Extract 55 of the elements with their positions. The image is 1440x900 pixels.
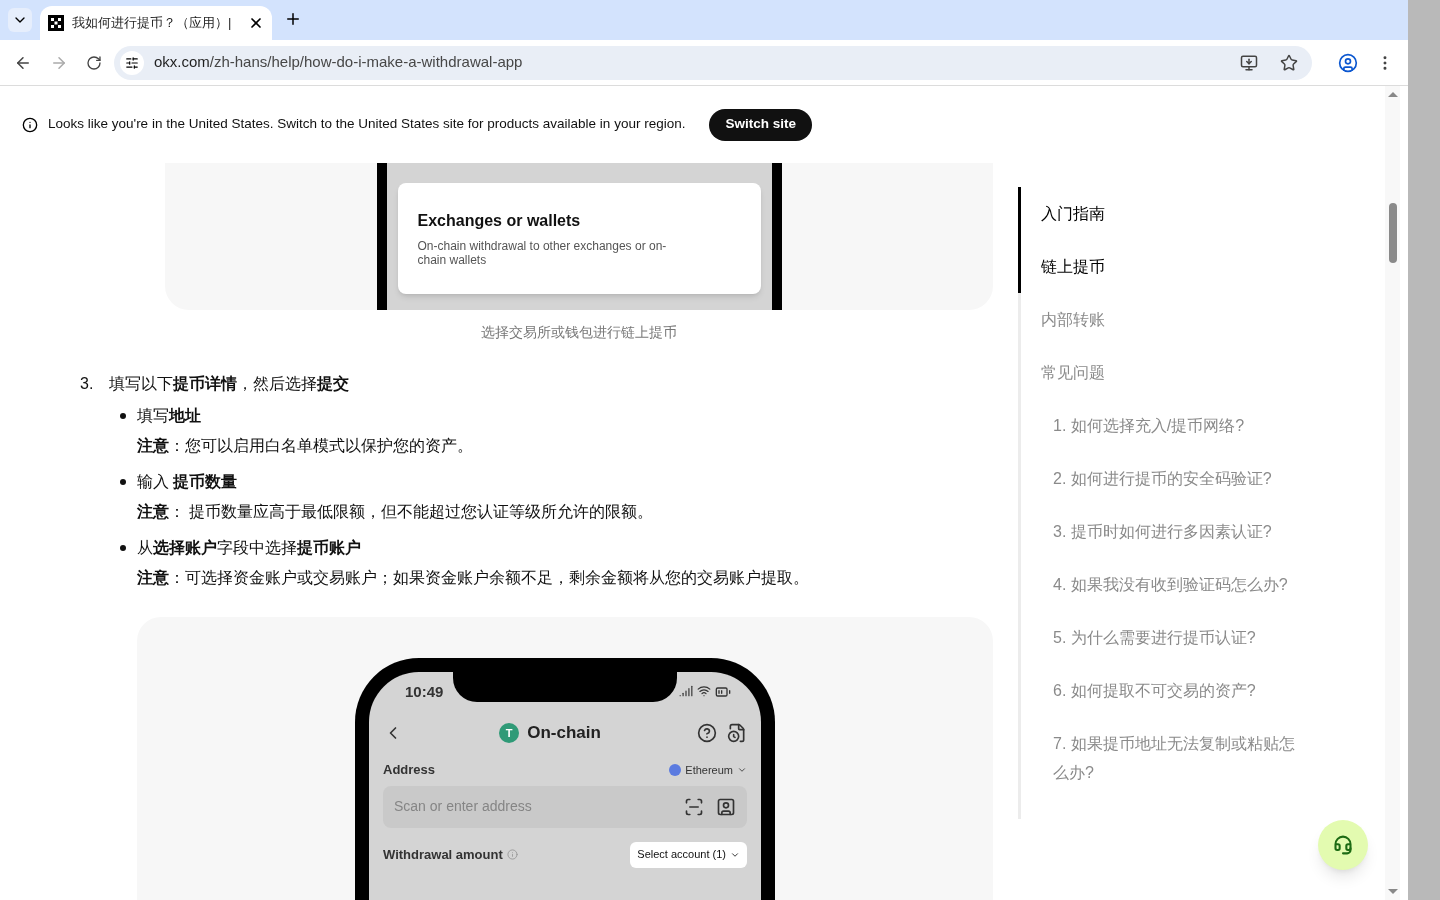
card-description: On-chain withdrawal to other exchanges or on-chain wallets: [417, 239, 668, 267]
help-icon[interactable]: [697, 723, 717, 743]
profile-icon[interactable]: [1338, 52, 1358, 73]
step-number: 3.: [80, 374, 95, 394]
status-icons: [679, 684, 731, 700]
info-icon: [506, 849, 518, 860]
toc-link[interactable]: 7. 如果提币地址无法复制或粘贴怎么办?: [1018, 717, 1308, 799]
site-settings-button[interactable]: [119, 50, 144, 75]
toc-link[interactable]: 3. 提币时如何进行多因素认证?: [1018, 505, 1308, 558]
toc-link[interactable]: 链上提币: [1018, 240, 1308, 293]
bullet-text: 输入 提币数量: [137, 472, 239, 492]
bullet-text: 从选择账户字段中选择提币账户: [137, 538, 362, 558]
step-text: 填写以下提币详情，然后选择提交: [109, 374, 349, 394]
bullet-note: 注意：可选择资金账户或交易账户；如果资金账户余额不足，剩余金额将从您的交易账户提取。: [137, 568, 809, 588]
scrollbar[interactable]: [1385, 86, 1400, 900]
toc-link[interactable]: 5. 为什么需要进行提币认证?: [1018, 611, 1308, 664]
bullet-note: 注意：您可以启用白名单模式以保护您的资产。: [137, 436, 473, 456]
toc-link[interactable]: 6. 如何提取不可交易的资产?: [1018, 664, 1308, 717]
toc-link[interactable]: 1. 如何选择充入/提币网络?: [1018, 399, 1308, 452]
close-icon[interactable]: [248, 15, 264, 31]
bullet-note: 注意： 提币数量应高于最低限额，但不能超过您认证等级所允许的限额。: [137, 502, 654, 522]
card-title: Exchanges or wallets: [417, 211, 582, 231]
info-icon: [22, 116, 38, 133]
field-label: Withdrawal amount: [383, 845, 503, 864]
status-time: 10:49: [405, 681, 444, 702]
address-field[interactable]: Scan or enter address: [383, 785, 747, 828]
field-label: Address: [383, 761, 436, 779]
toc-link[interactable]: 4. 如果我没有收到验证码怎么办?: [1018, 558, 1308, 611]
settings-icon: [124, 55, 139, 70]
install-icon[interactable]: [1240, 53, 1259, 72]
network-selector[interactable]: Ethereum: [669, 761, 747, 778]
browser-tab[interactable]: 我如何进行提币？（应用）|: [40, 6, 272, 40]
figure-caption: 选择交易所或钱包进行链上提币: [480, 323, 678, 342]
screen-title: On-chain: [527, 722, 601, 745]
address-bar[interactable]: okx.com/zh-hans/help/how-do-i-make-a-withdrawal-app: [113, 45, 1313, 80]
region-notice: Looks like you're in the United States. Switch to the United States site for products available in your region.: [48, 115, 686, 134]
address-book-icon[interactable]: [716, 796, 736, 817]
bullet-text: 填写地址: [137, 406, 202, 426]
toc-link[interactable]: 2. 如何进行提币的安全码验证?: [1018, 452, 1308, 505]
scan-icon[interactable]: [684, 796, 704, 817]
switch-site-button[interactable]: Switch site: [709, 108, 812, 141]
toc-link[interactable]: 入门指南: [1018, 187, 1308, 240]
toc-link[interactable]: 内部转账: [1018, 293, 1308, 346]
tab-list-button[interactable]: [8, 8, 32, 32]
tab-title: 我如何进行提币？（应用）|: [72, 14, 233, 33]
new-tab-icon[interactable]: [284, 10, 302, 28]
reload-icon[interactable]: [85, 54, 102, 71]
coin-badge: T: [499, 723, 520, 743]
toc-link[interactable]: 常见问题: [1018, 346, 1308, 399]
bookmark-star-icon[interactable]: [1280, 53, 1299, 72]
favicon-icon: [48, 15, 64, 31]
select-account-button[interactable]: Select account (1): [630, 841, 747, 868]
history-icon[interactable]: [727, 723, 747, 743]
url-text: okx.com/zh-hans/help/how-do-i-make-a-withdrawal-app: [153, 52, 524, 73]
headset-icon: [1333, 835, 1353, 855]
